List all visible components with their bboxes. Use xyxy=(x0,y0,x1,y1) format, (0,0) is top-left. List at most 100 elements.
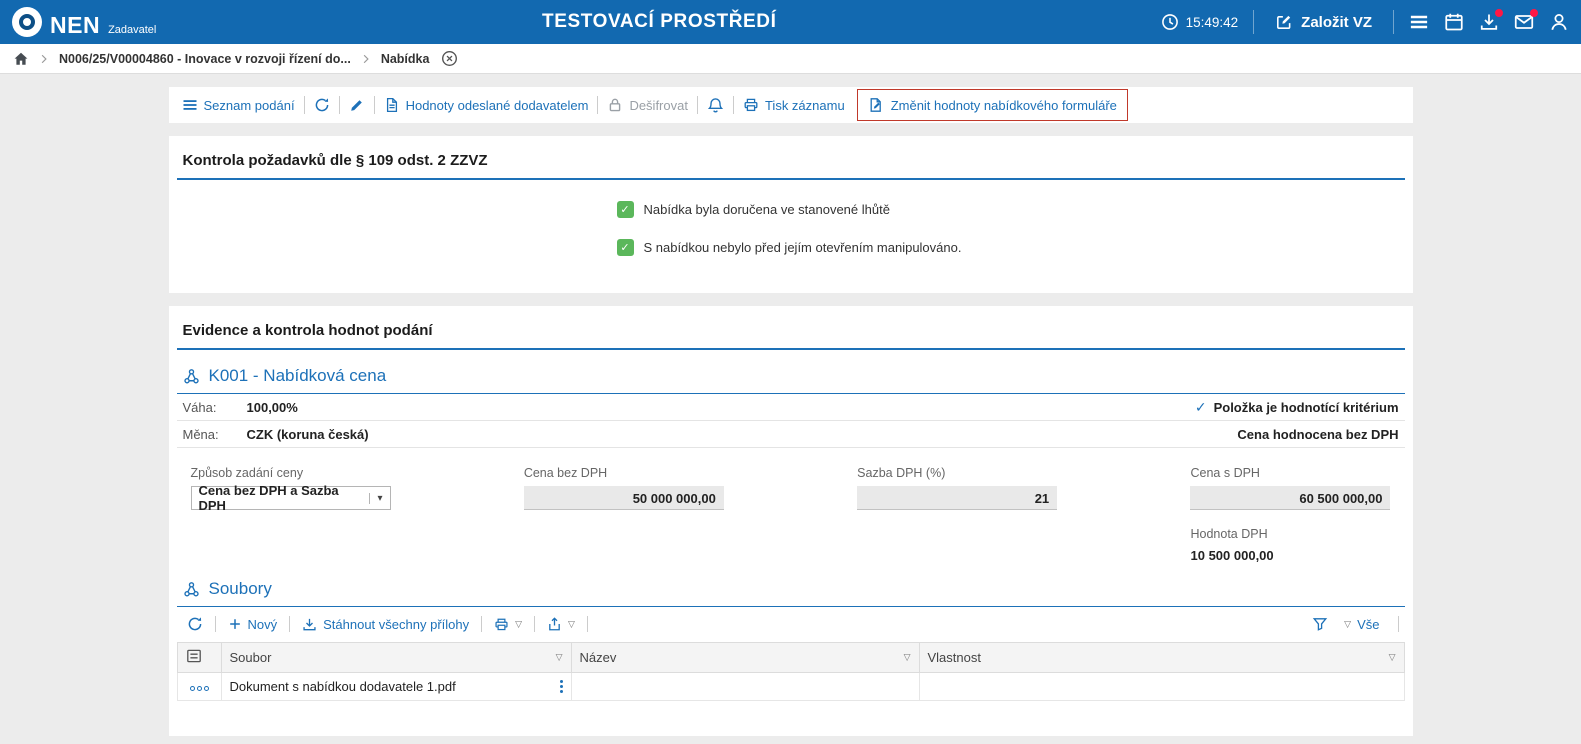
download-icon[interactable] xyxy=(1479,12,1499,32)
record-action-bar: Seznam podání Hodnoty odeslané dodavatel… xyxy=(169,87,1413,123)
evidence-title: Evidence a kontrola hodnot podání xyxy=(177,320,1405,350)
clock-time: 15:49:42 xyxy=(1186,15,1239,30)
seznam-podani-button[interactable]: Seznam podání xyxy=(175,97,302,113)
cena-s-dph-input[interactable]: 60 500 000,00 xyxy=(1190,486,1390,510)
hodnoty-dodavatele-button[interactable]: Hodnoty odeslané dodavatelem xyxy=(377,97,596,113)
bell-icon xyxy=(707,97,724,114)
separator xyxy=(597,96,598,114)
zmenit-hodnoty-label: Změnit hodnoty nabídkového formuláře xyxy=(891,98,1117,113)
column-header-nazev[interactable]: Název ▽ xyxy=(571,643,919,673)
breadcrumb-item-nabidka[interactable]: Nabídka xyxy=(381,52,430,66)
filter-dropdown-icon[interactable]: ▽ xyxy=(556,652,563,663)
green-check-icon: ✓ xyxy=(617,201,634,218)
table-row[interactable]: Dokument s nabídkou dodavatele 1.pdf xyxy=(177,673,1404,701)
notifications-button[interactable] xyxy=(700,97,731,114)
files-export-button[interactable]: ▽ xyxy=(541,617,581,632)
files-refresh-button[interactable] xyxy=(181,616,209,632)
sazba-dph-input[interactable]: 21 xyxy=(857,486,1057,510)
cena-s-dph-field: Cena s DPH 60 500 000,00 xyxy=(1190,466,1390,510)
pencil-icon xyxy=(349,97,365,113)
cena-bez-dph-field: Cena bez DPH 50 000 000,00 xyxy=(524,466,724,510)
environment-title: TESTOVACÍ PROSTŘEDÍ xyxy=(542,11,777,33)
files-table-header-row: Soubor ▽ Název ▽ Vlastnost ▽ xyxy=(177,643,1404,673)
row-menu-cell[interactable] xyxy=(177,673,221,701)
stahnout-prilohy-button[interactable]: Stáhnout všechny přílohy xyxy=(296,617,475,632)
column-header-vlastnost[interactable]: Vlastnost ▽ xyxy=(919,643,1404,673)
tisk-zaznamu-button[interactable]: Tisk záznamu xyxy=(736,97,852,113)
cell-soubor: Dokument s nabídkou dodavatele 1.pdf xyxy=(221,673,571,701)
vse-label: Vše xyxy=(1357,617,1379,632)
refresh-icon xyxy=(187,616,203,632)
triangle-down-icon[interactable]: ▽ xyxy=(515,619,522,630)
mena-label: Měna: xyxy=(183,427,247,442)
hodnota-dph-value: 10 500 000,00 xyxy=(1191,548,1391,563)
card-bottom-spacer xyxy=(177,701,1405,715)
filter-dropdown-icon[interactable]: ▽ xyxy=(904,652,911,663)
k001-title: K001 - Nabídková cena xyxy=(209,366,387,386)
triangle-down-icon: ▽ xyxy=(1344,619,1351,630)
plus-icon xyxy=(228,617,242,631)
filter-dropdown-icon[interactable]: ▽ xyxy=(1389,652,1396,663)
printer-icon xyxy=(494,617,509,632)
zmenit-hodnoty-button[interactable]: Změnit hodnoty nabídkového formuláře xyxy=(857,89,1128,121)
check-row-lhuta: ✓ Nabídka byla doručena ve stanovené lhů… xyxy=(617,201,1405,218)
cell-nazev xyxy=(571,673,919,701)
menu-icon[interactable] xyxy=(1409,12,1429,32)
files-toolbar: Nový Stáhnout všechny přílohy ▽ xyxy=(177,607,1405,640)
separator xyxy=(374,96,375,114)
chevron-right-icon xyxy=(38,53,50,65)
column-header-soubor[interactable]: Soubor ▽ xyxy=(221,643,571,673)
separator xyxy=(481,616,482,632)
column-label: Soubor xyxy=(230,650,272,665)
download-icon xyxy=(302,617,317,632)
export-icon xyxy=(547,617,562,632)
page-content: Seznam podání Hodnoty odeslané dodavatel… xyxy=(169,87,1413,736)
close-circle-icon[interactable] xyxy=(441,50,458,67)
mena-row: Měna: CZK (koruna česká) Cena hodnocena … xyxy=(177,421,1405,448)
zpusob-select[interactable]: Cena bez DPH a Sazba DPH ▾ xyxy=(191,486,391,510)
vse-filter-button[interactable]: ▽ Vše xyxy=(1338,617,1385,632)
refresh-icon xyxy=(314,97,330,113)
breadcrumb: N006/25/V00004860 - Inovace v rozvoji ří… xyxy=(0,44,1581,74)
user-icon[interactable] xyxy=(1549,12,1569,32)
column-label: Název xyxy=(580,650,617,665)
novy-button[interactable]: Nový xyxy=(222,617,284,632)
zpusob-value: Cena bez DPH a Sazba DPH xyxy=(199,483,363,513)
separator xyxy=(215,616,216,632)
chevron-down-icon: ▾ xyxy=(369,493,382,504)
separator xyxy=(304,96,305,114)
cell-menu-icon[interactable] xyxy=(560,680,563,693)
separator xyxy=(1253,10,1254,34)
filter-funnel-icon[interactable] xyxy=(1312,616,1328,632)
table-settings-header[interactable] xyxy=(177,643,221,673)
triangle-down-icon[interactable]: ▽ xyxy=(568,619,575,630)
sazba-dph-field: Sazba DPH (%) 21 xyxy=(857,466,1057,510)
calendar-icon[interactable] xyxy=(1444,12,1464,32)
cena-bez-dph-input[interactable]: 50 000 000,00 xyxy=(524,486,724,510)
hodnocena-flag: Cena hodnocena bez DPH xyxy=(1237,427,1398,442)
breadcrumb-item-procedure[interactable]: N006/25/V00004860 - Inovace v rozvoji ří… xyxy=(59,52,351,66)
column-label: Vlastnost xyxy=(928,650,981,665)
vaha-value: 100,00% xyxy=(247,400,298,415)
edit-button[interactable] xyxy=(342,97,372,113)
mail-icon[interactable] xyxy=(1514,12,1534,32)
desifrovat-button[interactable]: Dešifrovat xyxy=(600,97,695,113)
nen-logo[interactable]: NEN Zadavatel xyxy=(12,7,156,37)
edit-square-icon xyxy=(1275,13,1293,31)
hodnota-dph-label: Hodnota DPH xyxy=(1191,527,1391,541)
printer-icon xyxy=(743,97,759,113)
files-print-button[interactable]: ▽ xyxy=(488,617,528,632)
document-icon xyxy=(384,97,400,113)
blue-check-icon: ✓ xyxy=(1195,399,1207,416)
cell-vlastnost xyxy=(919,673,1404,701)
home-icon[interactable] xyxy=(13,51,29,67)
create-vz-button[interactable]: Založit VZ xyxy=(1269,12,1378,32)
refresh-button[interactable] xyxy=(307,97,337,113)
table-settings-icon xyxy=(186,648,202,664)
green-check-icon: ✓ xyxy=(617,239,634,256)
top-bar: NEN Zadavatel TESTOVACÍ PROSTŘEDÍ 15:49:… xyxy=(0,0,1581,44)
criteria-icon xyxy=(183,368,200,385)
vaha-row: Váha: 100,00% ✓ Položka je hodnotící kri… xyxy=(177,394,1405,421)
create-vz-label: Založit VZ xyxy=(1301,14,1372,31)
soubory-title: Soubory xyxy=(209,579,272,599)
